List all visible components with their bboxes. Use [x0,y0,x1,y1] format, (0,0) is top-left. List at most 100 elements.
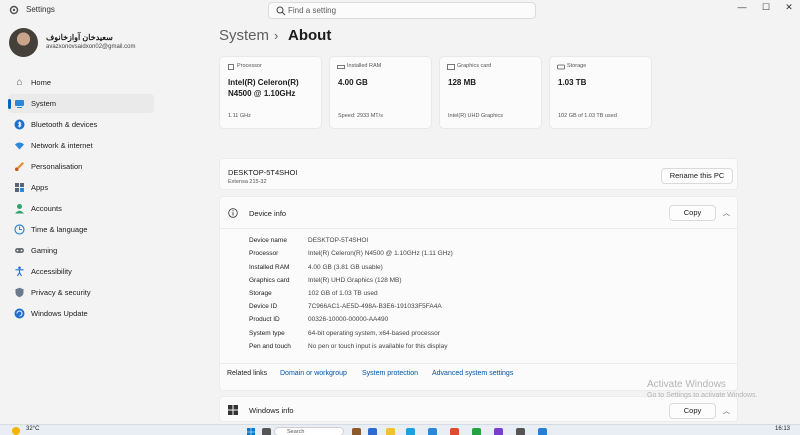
home-icon: ⌂ [16,77,23,88]
device-model: Extensa 215-32 [228,179,267,185]
sidebar-item-label: Privacy & security [31,288,91,297]
search-input[interactable]: Find a setting [268,2,536,19]
minimize-button[interactable]: — [732,2,752,12]
close-button[interactable]: ✕ [779,2,799,13]
app-icon[interactable] [538,428,547,435]
device-info-panel: Device info Copy ︿ [219,196,738,391]
sidebar-item-personalisation[interactable]: Personalisation [8,157,154,176]
sidebar-item-accounts[interactable]: Accounts [8,199,154,218]
windows-logo-icon [228,405,238,415]
card-value: 128 MB [448,78,477,87]
task-view-icon[interactable] [262,428,271,435]
spec-value: 7C966AC1-AE5D-498A-B3E6-191033F5FA4A [308,303,442,310]
sidebar-item-accessibility[interactable]: Accessibility [8,262,154,281]
chrome-icon[interactable] [450,428,459,435]
sidebar-item-network[interactable]: Network & internet [8,136,154,155]
windows-info-title: Windows info [249,406,294,415]
shield-icon [14,287,25,298]
avatar[interactable] [9,28,38,57]
graphics-card: Graphics card 128 MB Intel(R) UHD Graphi… [439,56,542,129]
file-explorer-icon[interactable] [368,428,377,435]
gamepad-icon [14,245,25,256]
active-indicator [8,99,11,109]
store-icon[interactable] [428,428,437,435]
chevron-up-icon[interactable]: ︿ [723,406,730,416]
folder-icon[interactable] [386,428,395,435]
sidebar-item-gaming[interactable]: Gaming [8,241,154,260]
windows-info-panel[interactable]: Windows info Copy ︿ [219,396,738,422]
related-links-divider [220,363,737,364]
weather-icon[interactable] [12,427,20,435]
sidebar-item-label: Accounts [31,204,62,213]
system-protection-link[interactable]: System protection [362,370,418,377]
sidebar-item-label: Bluetooth & devices [31,120,98,129]
brush-icon [14,161,25,172]
storage-card: Storage 1.03 TB 102 GB of 1.03 TB used [549,56,652,129]
window-title: Settings [26,5,55,14]
accessibility-icon [14,266,25,277]
card-heading: Graphics card [457,63,492,69]
edge-icon[interactable] [406,428,415,435]
rename-pc-button[interactable]: Rename this PC [661,168,733,184]
copy-button[interactable]: Copy [669,205,716,221]
storage-icon [557,64,565,70]
settings-app-icon [9,5,19,15]
taskbar: 32°C Search 16:13 [0,424,800,435]
breadcrumb-parent[interactable]: System [219,27,269,44]
maximize-button[interactable]: ☐ [756,2,776,13]
sidebar-item-home[interactable]: ⌂ Home [8,73,154,92]
processor-icon [228,64,234,70]
sidebar-item-label: Gaming [31,246,58,255]
sidebar-item-label: Personalisation [31,162,83,171]
title-bar: Settings Find a setting — ☐ ✕ [0,0,800,22]
sidebar-item-privacy[interactable]: Privacy & security [8,283,154,302]
sidebar-item-time-language[interactable]: Time & language [8,220,154,239]
device-info-header[interactable]: Device info Copy ︿ [220,197,737,229]
spec-value: 00326-10000-00000-AA490 [308,316,389,323]
spec-value: 102 GB of 1.03 TB used [308,290,378,297]
domain-workgroup-link[interactable]: Domain or workgroup [280,370,347,377]
sidebar-item-label: Network & internet [31,141,93,150]
sidebar-item-apps[interactable]: Apps [8,178,154,197]
card-subtext: Speed: 2933 MT/s [338,113,383,119]
start-icon[interactable] [246,428,256,435]
app-icon[interactable] [494,428,503,435]
card-value: 4.00 GB [338,78,368,87]
widgets-icon[interactable] [352,428,361,435]
sidebar-item-windows-update[interactable]: Windows Update [8,304,154,323]
spec-label: Device ID [249,303,278,310]
taskbar-search-label: Search [287,429,305,435]
wifi-icon [14,140,25,151]
ram-card: Installed RAM 4.00 GB Speed: 2933 MT/s [329,56,432,129]
activate-windows-subtext: Go to Settings to activate Windows. [647,392,758,399]
spec-label: Installed RAM [249,264,290,271]
device-info-title: Device info [249,209,287,218]
profile-name: سعیدخان آوازخانوف [46,33,113,42]
weather-temperature[interactable]: 32°C [26,426,39,432]
spec-label: Graphics card [249,277,290,284]
info-icon [228,208,238,218]
related-links-label: Related links [227,370,268,377]
breadcrumb-separator: › [274,28,279,43]
app-icon[interactable] [472,428,481,435]
card-subtext: 1.11 GHz [228,113,251,119]
sidebar-item-bluetooth[interactable]: Bluetooth & devices [8,115,154,134]
spec-label: Pen and touch [249,343,291,350]
taskbar-search[interactable]: Search [274,427,344,435]
bluetooth-icon [14,119,25,130]
copy-button[interactable]: Copy [669,403,716,419]
clock[interactable]: 16:13 [775,426,790,432]
sidebar-item-label: Windows Update [31,309,88,318]
advanced-system-settings-link[interactable]: Advanced system settings [432,370,513,377]
page-title: About [288,27,332,44]
chevron-up-icon[interactable]: ︿ [723,208,730,218]
settings-taskbar-icon[interactable] [516,428,525,435]
spec-label: Product ID [249,316,280,323]
card-value: 1.03 TB [558,78,587,87]
sidebar-item-system[interactable]: System [8,94,154,113]
sidebar-item-label: Home [31,78,52,87]
profile-email: avazxonovsaidxon02@gmail.com [46,44,136,50]
spec-label: Device name [249,237,287,244]
spec-label: System type [249,330,285,337]
spec-value: Intel(R) Celeron(R) N4500 @ 1.10GHz (1.1… [308,250,453,257]
